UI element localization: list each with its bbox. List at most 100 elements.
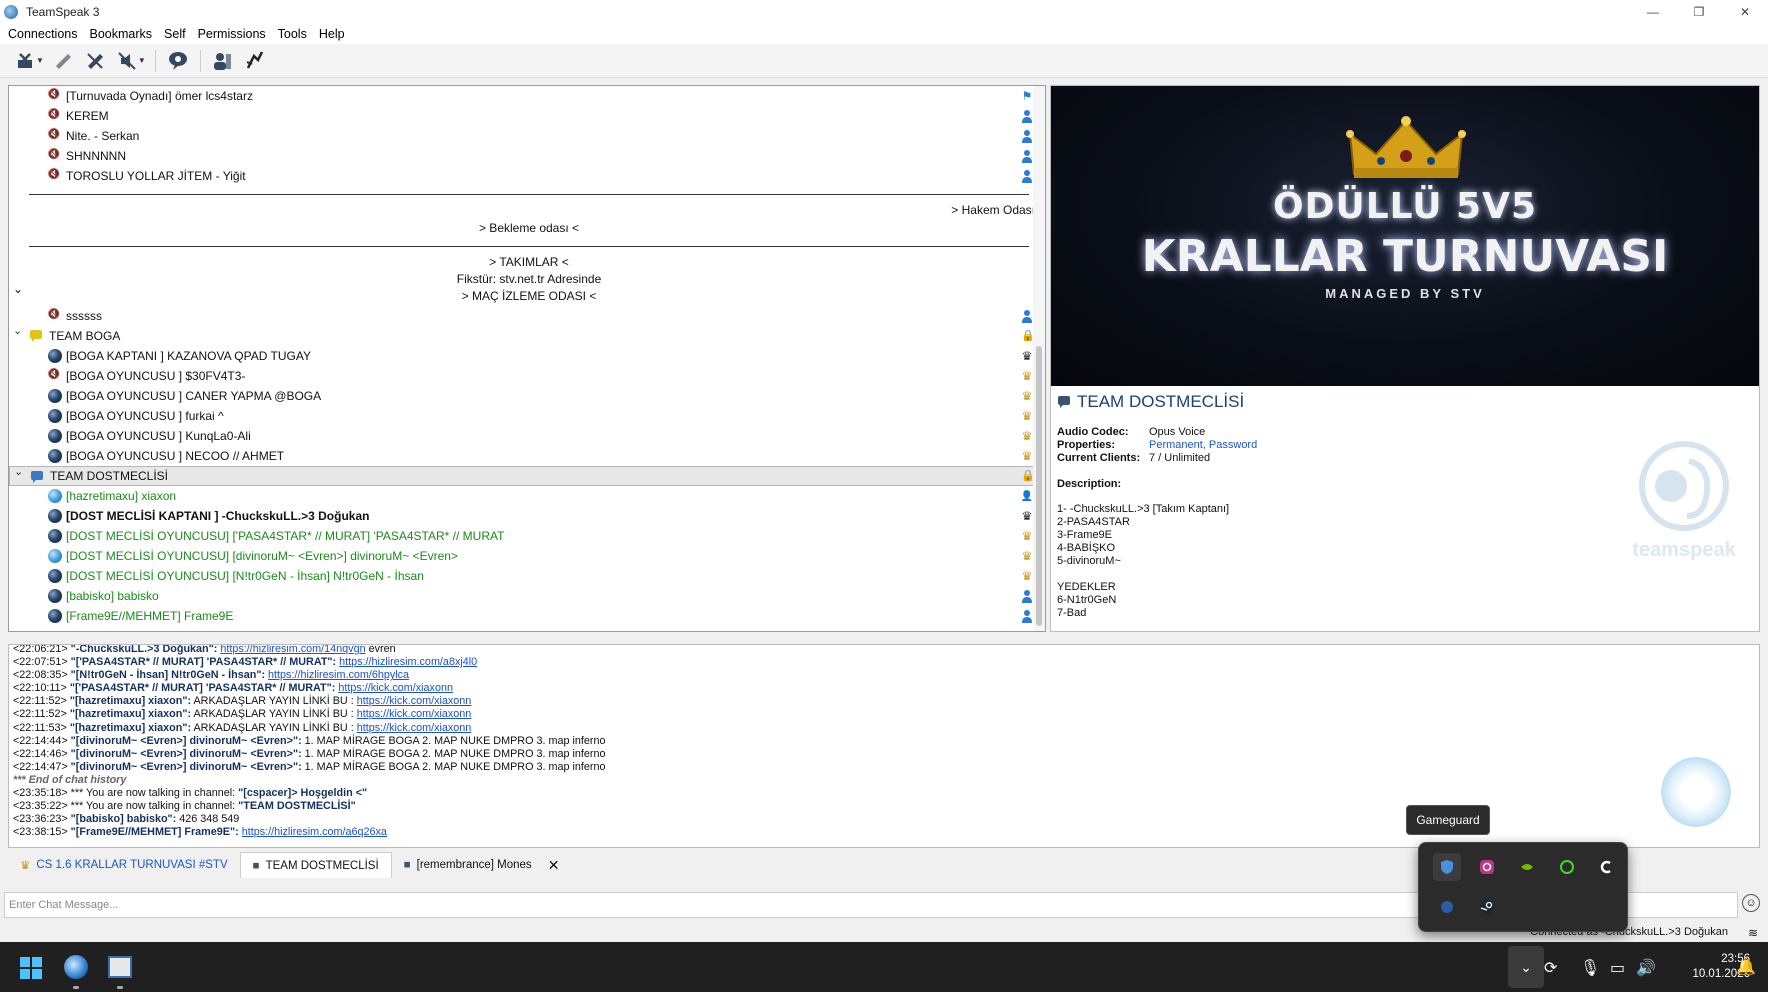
user-row[interactable]: 🔇 KEREM (9, 106, 1045, 126)
chat-link[interactable]: https://hizliresim.com/14nqvgn (220, 645, 365, 655)
expand-arrow-icon[interactable]: ⌄ (13, 282, 23, 296)
channel-row-team-boga[interactable]: ⌄ TEAM BOGA (9, 324, 1045, 346)
sync-icon[interactable]: ⟳ (1544, 958, 1557, 978)
chat-link[interactable]: https://kick.com/xiaxonn (357, 722, 472, 734)
speakers-dropdown-arrow-icon[interactable]: ▼ (138, 56, 146, 65)
chat-sender[interactable]: "TEAM DOSTMECLİSİ" (238, 800, 356, 812)
teamspeak-tray-icon[interactable] (1433, 893, 1461, 921)
chat-link[interactable]: https://kick.com/xiaxonn (357, 708, 472, 720)
show-hidden-icons-chevron-icon[interactable]: ⌄ (1508, 946, 1544, 988)
close-tab-icon[interactable]: ✕ (548, 857, 560, 874)
chat-log[interactable]: <22:06:21> "-ChuckskuLL.>3 Doğukan": htt… (8, 644, 1760, 848)
user-row[interactable]: [BOGA OYUNCUSU ] CANER YAPMA @BOGA ♛ (9, 386, 1045, 406)
user-row[interactable]: [DOST MECLİSİ OYUNCUSU] [N!tr0GeN - İhsa… (9, 566, 1045, 586)
spacer-channel[interactable]: > Hakem Odası (951, 203, 1035, 217)
razer-icon[interactable] (1553, 853, 1581, 881)
chat-link[interactable]: https://kick.com/xiaxonn (338, 682, 453, 694)
teamspeak-taskbar-icon[interactable] (64, 955, 88, 979)
menu-help[interactable]: Help (315, 27, 353, 41)
whisper-button[interactable] (242, 48, 268, 74)
title-bar: TeamSpeak 3 — ❐ ✕ (0, 0, 1768, 24)
nvidia-icon[interactable] (1513, 853, 1541, 881)
tab-private[interactable]: ■ [remembrance] Mones ✕ (392, 852, 572, 878)
volume-icon[interactable]: 🔊 (1636, 958, 1656, 978)
emoticon-button-icon[interactable]: ☺ (1742, 894, 1760, 912)
user-row[interactable]: 🔇 [BOGA OYUNCUSU ] $30FV4T3- ♛ (9, 366, 1045, 386)
notepad-taskbar-icon[interactable] (108, 956, 132, 978)
windows-start-icon[interactable] (20, 957, 42, 979)
chat-text: 1. MAP MİRAGE BOGA 2. MAP NUKE DMPRO 3. … (301, 734, 606, 747)
chat-sender[interactable]: "[hazretimaxu] xiaxon": (70, 722, 191, 734)
channel-row-team-dostmeclisi[interactable]: ⌄ TEAM DOSTMECLİSİ (9, 466, 1045, 486)
user-row[interactable]: 🔇 [Turnuvada Oynadı] ömer lcs4starz ⚑ (9, 86, 1045, 106)
chat-sender[interactable]: "[cspacer]> Hoşgeldin <" (238, 787, 367, 799)
chat-sender[interactable]: "[hazretimaxu] xiaxon": (70, 695, 191, 707)
instagram-app-icon[interactable] (1473, 853, 1501, 881)
spacer-channel[interactable]: > TAKIMLAR < (29, 255, 1029, 269)
disconnect-button[interactable] (12, 48, 38, 74)
spacer-channel[interactable]: > Bekleme odası < (29, 221, 1029, 235)
menu-tools[interactable]: Tools (274, 27, 315, 41)
chat-link[interactable]: https://kick.com/xiaxonn (357, 695, 472, 707)
user-row[interactable]: [Frame9E//MEHMET] Frame9E (9, 606, 1045, 626)
subscribe-button[interactable] (165, 48, 191, 74)
chat-sender[interactable]: "[divinoruM~ <Evren>] divinoruM~ <Evren>… (71, 735, 302, 747)
chat-sender[interactable]: "[divinoruM~ <Evren>] divinoruM~ <Evren>… (71, 761, 302, 773)
expand-arrow-icon[interactable]: ⌄ (13, 324, 22, 337)
notification-icon[interactable]: 🔔 (1736, 957, 1756, 977)
menu-permissions[interactable]: Permissions (194, 27, 274, 41)
restore-button[interactable]: ❐ (1676, 0, 1722, 24)
user-row[interactable]: [BOGA OYUNCUSU ] furkai ^ ♛ (9, 406, 1045, 426)
chat-sender[interactable]: "['PASA4STAR* // MURAT] 'PASA4STAR* // M… (71, 656, 337, 668)
properties-value[interactable]: Permanent, Password (1149, 439, 1257, 451)
menu-bookmarks[interactable]: Bookmarks (86, 27, 161, 41)
menu-connections[interactable]: Connections (4, 27, 86, 41)
scrollbar-thumb[interactable] (1036, 346, 1042, 626)
window-title: TeamSpeak 3 (26, 5, 100, 19)
disconnect-dropdown-arrow-icon[interactable]: ▼ (36, 56, 44, 65)
spacer-channel[interactable]: Fikstür: stv.net.tr Adresinde (29, 272, 1029, 286)
chat-sender[interactable]: "[babisko] babisko": (71, 813, 177, 825)
chat-sender[interactable]: "-ChuckskuLL.>3 Doğukan": (71, 645, 218, 655)
user-row[interactable]: 🔇 ssssss (9, 306, 1045, 326)
chat-link[interactable]: https://hizliresim.com/a6q26xa (242, 826, 387, 838)
tab-server[interactable]: ♛ CS 1.6 KRALLAR TURNUVASI #STV (8, 852, 240, 878)
menu-self[interactable]: Self (160, 27, 194, 41)
contacts-button[interactable] (210, 48, 236, 74)
chat-link[interactable]: https://hizliresim.com/6hpylca (268, 669, 409, 681)
chat-sender[interactable]: "[N!tr0GeN - İhsan] N!tr0GeN - İhsan": (71, 669, 265, 681)
network-icon[interactable]: ▭ (1610, 958, 1625, 978)
user-row[interactable]: [DOST MECLİSİ OYUNCUSU] [divinoruM~ <Evr… (9, 546, 1045, 566)
chat-sender[interactable]: "['PASA4STAR* // MURAT] 'PASA4STAR* // M… (70, 682, 336, 694)
tab-private-label: [remembrance] Mones (416, 859, 532, 871)
chat-sender[interactable]: "[divinoruM~ <Evren>] divinoruM~ <Evren>… (71, 748, 302, 760)
logitech-icon[interactable] (1593, 853, 1621, 881)
user-row[interactable]: [hazretimaxu] xiaxon 👤 (9, 486, 1045, 506)
microphone-icon[interactable]: 🎙 (1580, 958, 1600, 978)
user-row[interactable]: [DOST MECLİSİ KAPTANI ] -ChuckskuLL.>3 D… (9, 506, 1045, 526)
user-row[interactable]: 🔇 TOROSLU YOLLAR JİTEM - Yiğit (9, 166, 1045, 186)
close-button[interactable]: ✕ (1722, 0, 1768, 24)
steam-icon[interactable] (1473, 893, 1501, 921)
minimize-button[interactable]: — (1630, 0, 1676, 24)
tab-channel[interactable]: ■ TEAM DOSTMECLİSİ (239, 852, 392, 878)
channel-tree[interactable]: 🔇 [Turnuvada Oynadı] ömer lcs4starz ⚑ 🔇 KERE… (8, 85, 1046, 632)
spacer-channel[interactable]: > MAÇ İZLEME ODASI < (29, 289, 1029, 303)
tree-scrollbar[interactable] (1033, 86, 1045, 631)
away-button[interactable] (50, 48, 76, 74)
user-row[interactable]: [babisko] babisko (9, 586, 1045, 606)
chat-sender[interactable]: "[hazretimaxu] xiaxon": (70, 708, 191, 720)
user-row[interactable]: [DOST MECLİSİ OYUNCUSU] ['PASA4STAR* // … (9, 526, 1045, 546)
mute-microphone-button[interactable] (82, 48, 108, 74)
expand-arrow-icon[interactable]: ⌄ (14, 465, 23, 478)
user-row[interactable]: [BOGA OYUNCUSU ] KunqLa0-Ali ♛ (9, 426, 1045, 446)
gameguard-shield-icon[interactable] (1433, 853, 1461, 881)
user-row[interactable]: 🔇 SHNNNNN (9, 146, 1045, 166)
channel-banner-image: ÖDÜLLÜ 5V5 KRALLAR TURNUVASI MANAGED BY … (1051, 86, 1759, 386)
chat-sender[interactable]: "[Frame9E//MEHMET] Frame9E": (71, 826, 239, 838)
mute-speakers-button[interactable] (114, 48, 140, 74)
chat-link[interactable]: https://hizliresim.com/a8xj4l0 (339, 656, 477, 668)
user-row[interactable]: 🔇 Nite. - Serkan (9, 126, 1045, 146)
user-row[interactable]: [BOGA KAPTANI ] KAZANOVA QPAD TUGAY ♛ (9, 346, 1045, 366)
user-row[interactable]: [BOGA OYUNCUSU ] NECOO // AHMET ♛ (9, 446, 1045, 466)
